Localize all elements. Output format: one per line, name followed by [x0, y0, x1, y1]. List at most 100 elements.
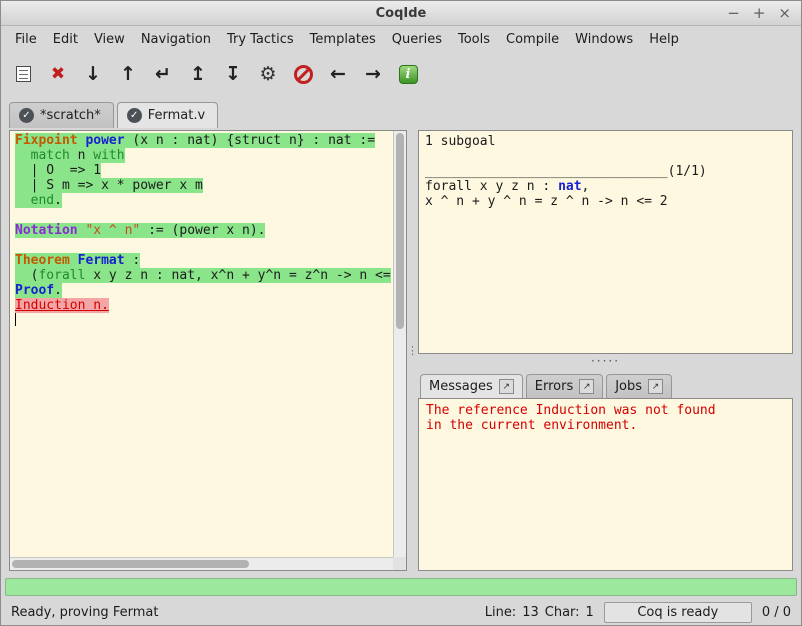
code-line: match n with: [15, 148, 393, 163]
window-title: CoqIde: [376, 6, 427, 21]
code-line: Proof.: [15, 283, 393, 298]
scrollbar-corner: [393, 557, 406, 570]
goto-end-button[interactable]: ↧: [219, 59, 247, 89]
code-line: | S m => x * power x m: [15, 178, 393, 193]
step-back-button[interactable]: ↑: [114, 59, 142, 89]
menu-tools[interactable]: Tools: [450, 29, 498, 50]
goto-start-button[interactable]: ↥: [184, 59, 212, 89]
tab-label: Fermat.v: [148, 108, 205, 123]
main-content: Fixpoint power (x n : nat) {struct n} : …: [1, 128, 801, 575]
tab-messages[interactable]: Messages ↗: [420, 374, 523, 398]
tab-label: Messages: [429, 379, 493, 394]
text-cursor: [15, 313, 16, 326]
script-horizontal-scrollbar[interactable]: [10, 557, 393, 570]
script-panel: Fixpoint power (x n : nat) {struct n} : …: [9, 130, 407, 571]
line-label: Line:: [485, 605, 516, 620]
message-line: in the current environment.: [426, 418, 785, 433]
progress-area: [1, 575, 801, 599]
new-window-icon: [16, 66, 31, 82]
code-line: (forall x y z n : nat, x^n + y^n = z^n -…: [15, 268, 393, 283]
goals-panel[interactable]: 1 subgoal _______________________________…: [418, 130, 793, 354]
goto-cursor-icon: ↵: [155, 65, 171, 84]
menu-view[interactable]: View: [86, 29, 133, 50]
code-line: _______________________________(1/1): [425, 164, 786, 179]
toolbar: ✖ ↓ ↑ ↵ ↥ ↧ ⚙ ← → i: [1, 52, 801, 96]
tab-label: Jobs: [615, 379, 642, 394]
tab-fermat-v[interactable]: ✓ Fermat.v: [117, 102, 218, 128]
right-column: 1 subgoal _______________________________…: [418, 130, 793, 571]
interrupt-button[interactable]: [289, 59, 317, 89]
code-line: [15, 208, 393, 223]
menu-help[interactable]: Help: [641, 29, 687, 50]
about-icon: i: [399, 65, 418, 84]
step-forward-icon: ↓: [85, 65, 101, 84]
tab-check-icon: ✓: [127, 108, 142, 123]
cursor-position: Line: 13 Char: 1: [485, 605, 594, 620]
new-window-button[interactable]: [9, 59, 37, 89]
preferences-button[interactable]: ⚙: [254, 59, 282, 89]
char-label: Char:: [545, 605, 580, 620]
vertical-scrollbar-thumb[interactable]: [396, 133, 404, 329]
script-editor[interactable]: Fixpoint power (x n : nat) {struct n} : …: [10, 131, 393, 557]
menu-file[interactable]: File: [7, 29, 45, 50]
about-button[interactable]: i: [394, 59, 422, 89]
forward-button[interactable]: →: [359, 59, 387, 89]
goto-start-icon: ↥: [190, 65, 206, 84]
menu-compile[interactable]: Compile: [498, 29, 567, 50]
back-icon: ←: [330, 65, 346, 84]
menu-try-tactics[interactable]: Try Tactics: [219, 29, 302, 50]
menu-queries[interactable]: Queries: [384, 29, 450, 50]
code-line: Induction n.: [15, 298, 393, 313]
maximize-button[interactable]: +: [753, 6, 766, 21]
vertical-splitter[interactable]: ⋮: [407, 130, 418, 571]
code-line: 1 subgoal: [425, 134, 786, 149]
step-forward-button[interactable]: ↓: [79, 59, 107, 89]
detach-icon[interactable]: ↗: [648, 379, 663, 394]
goto-cursor-button[interactable]: ↵: [149, 59, 177, 89]
close-button[interactable]: ×: [778, 6, 791, 21]
code-line: Theorem Fermat :: [15, 253, 393, 268]
menu-edit[interactable]: Edit: [45, 29, 86, 50]
coqide-window: CoqIde − + × FileEditViewNavigationTry T…: [0, 0, 802, 626]
messages-panel[interactable]: The reference Induction was not foundin …: [418, 398, 793, 571]
close-button[interactable]: ✖: [44, 59, 72, 89]
code-line: [15, 313, 393, 328]
code-line: [425, 149, 786, 164]
interrupt-icon: [294, 65, 313, 84]
script-vertical-scrollbar[interactable]: [393, 131, 406, 557]
menubar: FileEditViewNavigationTry TacticsTemplat…: [1, 26, 801, 52]
message-tabbar: Messages ↗ Errors ↗ Jobs ↗: [418, 368, 793, 398]
tab-scratch[interactable]: ✓ *scratch*: [9, 102, 114, 128]
message-line: The reference Induction was not found: [426, 403, 785, 418]
window-controls: − + ×: [727, 1, 791, 25]
minimize-button[interactable]: −: [727, 6, 740, 21]
code-line: Fixpoint power (x n : nat) {struct n} : …: [15, 133, 393, 148]
progress-bar: [5, 578, 797, 596]
horizontal-scrollbar-thumb[interactable]: [12, 560, 249, 568]
char-value: 1: [586, 605, 594, 620]
step-back-icon: ↑: [120, 65, 136, 84]
line-value: 13: [522, 605, 539, 620]
tab-check-icon: ✓: [19, 108, 34, 123]
status-text: Ready, proving Fermat: [11, 605, 158, 620]
back-button[interactable]: ←: [324, 59, 352, 89]
tab-label: Errors: [535, 379, 573, 394]
menu-windows[interactable]: Windows: [567, 29, 641, 50]
preferences-icon: ⚙: [259, 65, 276, 84]
splitter-grip-icon: ⋮: [407, 344, 418, 357]
menu-navigation[interactable]: Navigation: [133, 29, 219, 50]
code-line: Notation "x ^ n" := (power x n).: [15, 223, 393, 238]
splitter-grip-icon: ·····: [591, 354, 620, 368]
detach-icon[interactable]: ↗: [579, 379, 594, 394]
detach-icon[interactable]: ↗: [499, 379, 514, 394]
code-line: | O => 1: [15, 163, 393, 178]
menu-templates[interactable]: Templates: [302, 29, 384, 50]
jobs-counter: 0 / 0: [762, 605, 791, 620]
tab-label: *scratch*: [40, 108, 101, 123]
tab-errors[interactable]: Errors ↗: [526, 374, 603, 398]
goto-end-icon: ↧: [225, 65, 241, 84]
horizontal-splitter[interactable]: ·····: [418, 354, 793, 368]
code-line: end.: [15, 193, 393, 208]
tab-jobs[interactable]: Jobs ↗: [606, 374, 672, 398]
titlebar[interactable]: CoqIde − + ×: [1, 1, 801, 26]
